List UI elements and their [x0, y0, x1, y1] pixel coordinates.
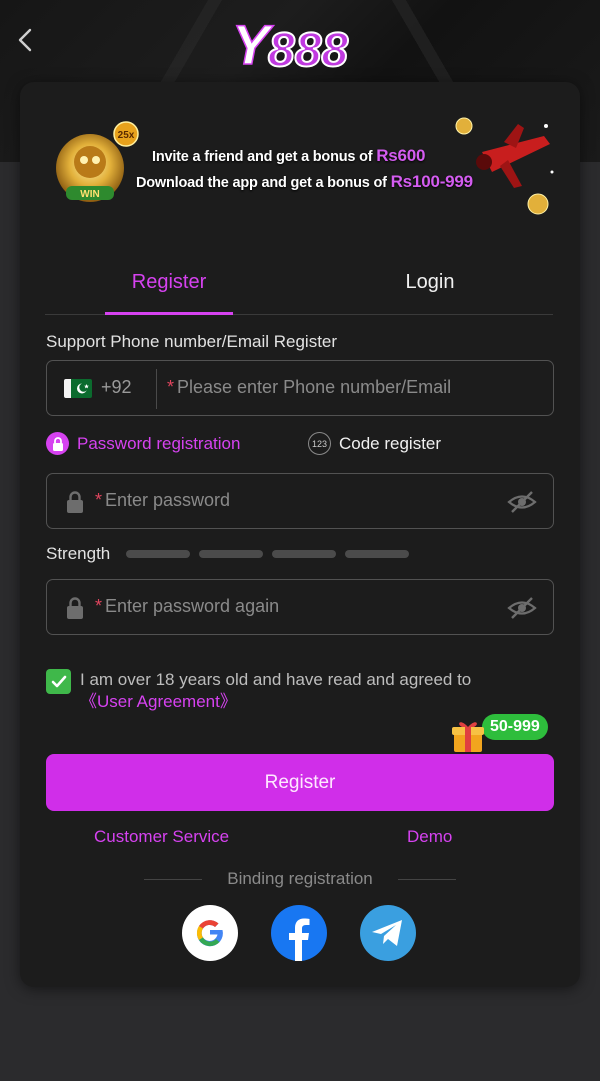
google-icon	[196, 920, 223, 947]
phone-field: +92 *	[46, 360, 554, 416]
telegram-login-button[interactable]	[360, 905, 416, 961]
bonus-badge: 50-999	[450, 712, 565, 754]
chevron-left-icon	[18, 28, 32, 52]
confirm-password-input[interactable]	[105, 580, 485, 633]
back-button[interactable]	[12, 26, 38, 54]
required-mark: *	[95, 596, 103, 616]
gift-icon	[452, 722, 484, 752]
strength-bar-4	[345, 550, 409, 558]
field-divider	[156, 369, 157, 409]
agreement-statement: I am over 18 years old and have read and…	[80, 670, 472, 689]
facebook-login-button[interactable]	[271, 905, 327, 961]
strength-label: Strength	[46, 544, 111, 563]
win-label: WIN	[80, 189, 99, 200]
tab-login[interactable]: Login	[365, 267, 495, 315]
demo-link[interactable]: Demo	[407, 827, 452, 847]
lock-icon	[67, 491, 83, 513]
tab-register[interactable]: Register	[105, 267, 233, 315]
customer-service-link[interactable]: Customer Service	[94, 827, 229, 847]
bonus-amount: 50-999	[482, 714, 548, 740]
auth-tabs: Register Login	[45, 267, 553, 315]
banner-invite-amount: Rs600	[376, 146, 426, 165]
confirm-password-field: *	[46, 579, 554, 635]
password-registration-option[interactable]: Password registration	[46, 432, 240, 455]
multiplier-badge: 25x	[118, 130, 135, 141]
phone-email-input[interactable]	[177, 361, 537, 414]
strength-bar-3	[272, 550, 336, 558]
code-register-option[interactable]: 123 Code register	[308, 432, 441, 455]
register-button[interactable]: Register	[46, 754, 554, 811]
strength-bar-2	[199, 550, 263, 558]
facebook-icon	[289, 918, 310, 961]
banner-download-text: Download the app and get a bonus of	[136, 175, 391, 191]
required-mark: *	[95, 490, 103, 510]
eye-off-icon[interactable]	[507, 490, 537, 514]
banner-invite-line: Invite a friend and get a bonus of Rs600	[152, 146, 426, 166]
required-mark: *	[167, 377, 175, 397]
brand-logo: Y 888	[231, 12, 349, 74]
pakistan-flag-icon[interactable]	[64, 379, 92, 398]
divider-line-right	[398, 879, 456, 880]
promo-banner: WIN 25x Invite a friend and get a bonus …	[44, 112, 554, 230]
airplane-icon	[455, 117, 554, 215]
code-register-label: Code register	[339, 433, 442, 453]
banner-invite-text: Invite a friend and get a bonus of	[152, 149, 377, 165]
password-registration-label: Password registration	[77, 433, 241, 453]
phone-field-label: Support Phone number/Email Register	[46, 332, 338, 351]
country-code[interactable]: +92	[101, 377, 132, 398]
number-code-icon: 123	[308, 432, 331, 455]
password-strength: Strength	[46, 544, 446, 566]
register-card: WIN 25x Invite a friend and get a bonus …	[20, 82, 580, 987]
password-input[interactable]	[105, 474, 485, 527]
checkmark-icon	[51, 675, 66, 687]
trophy-icon: WIN 25x	[56, 121, 139, 202]
banner-download-line: Download the app and get a bonus of Rs10…	[136, 172, 473, 192]
eye-off-icon[interactable]	[507, 596, 537, 620]
svg-text:888: 888	[268, 24, 348, 74]
agreement-checkbox[interactable]	[46, 669, 71, 694]
agreement-text: I am over 18 years old and have read and…	[80, 669, 540, 713]
password-field: *	[46, 473, 554, 529]
google-login-button[interactable]	[182, 905, 238, 961]
lock-icon	[67, 597, 83, 619]
binding-registration-divider: Binding registration	[144, 869, 456, 891]
lock-icon	[46, 432, 69, 455]
user-agreement-link[interactable]: 《User Agreement》	[80, 692, 237, 711]
strength-bar-1	[126, 550, 190, 558]
telegram-icon	[372, 920, 402, 946]
